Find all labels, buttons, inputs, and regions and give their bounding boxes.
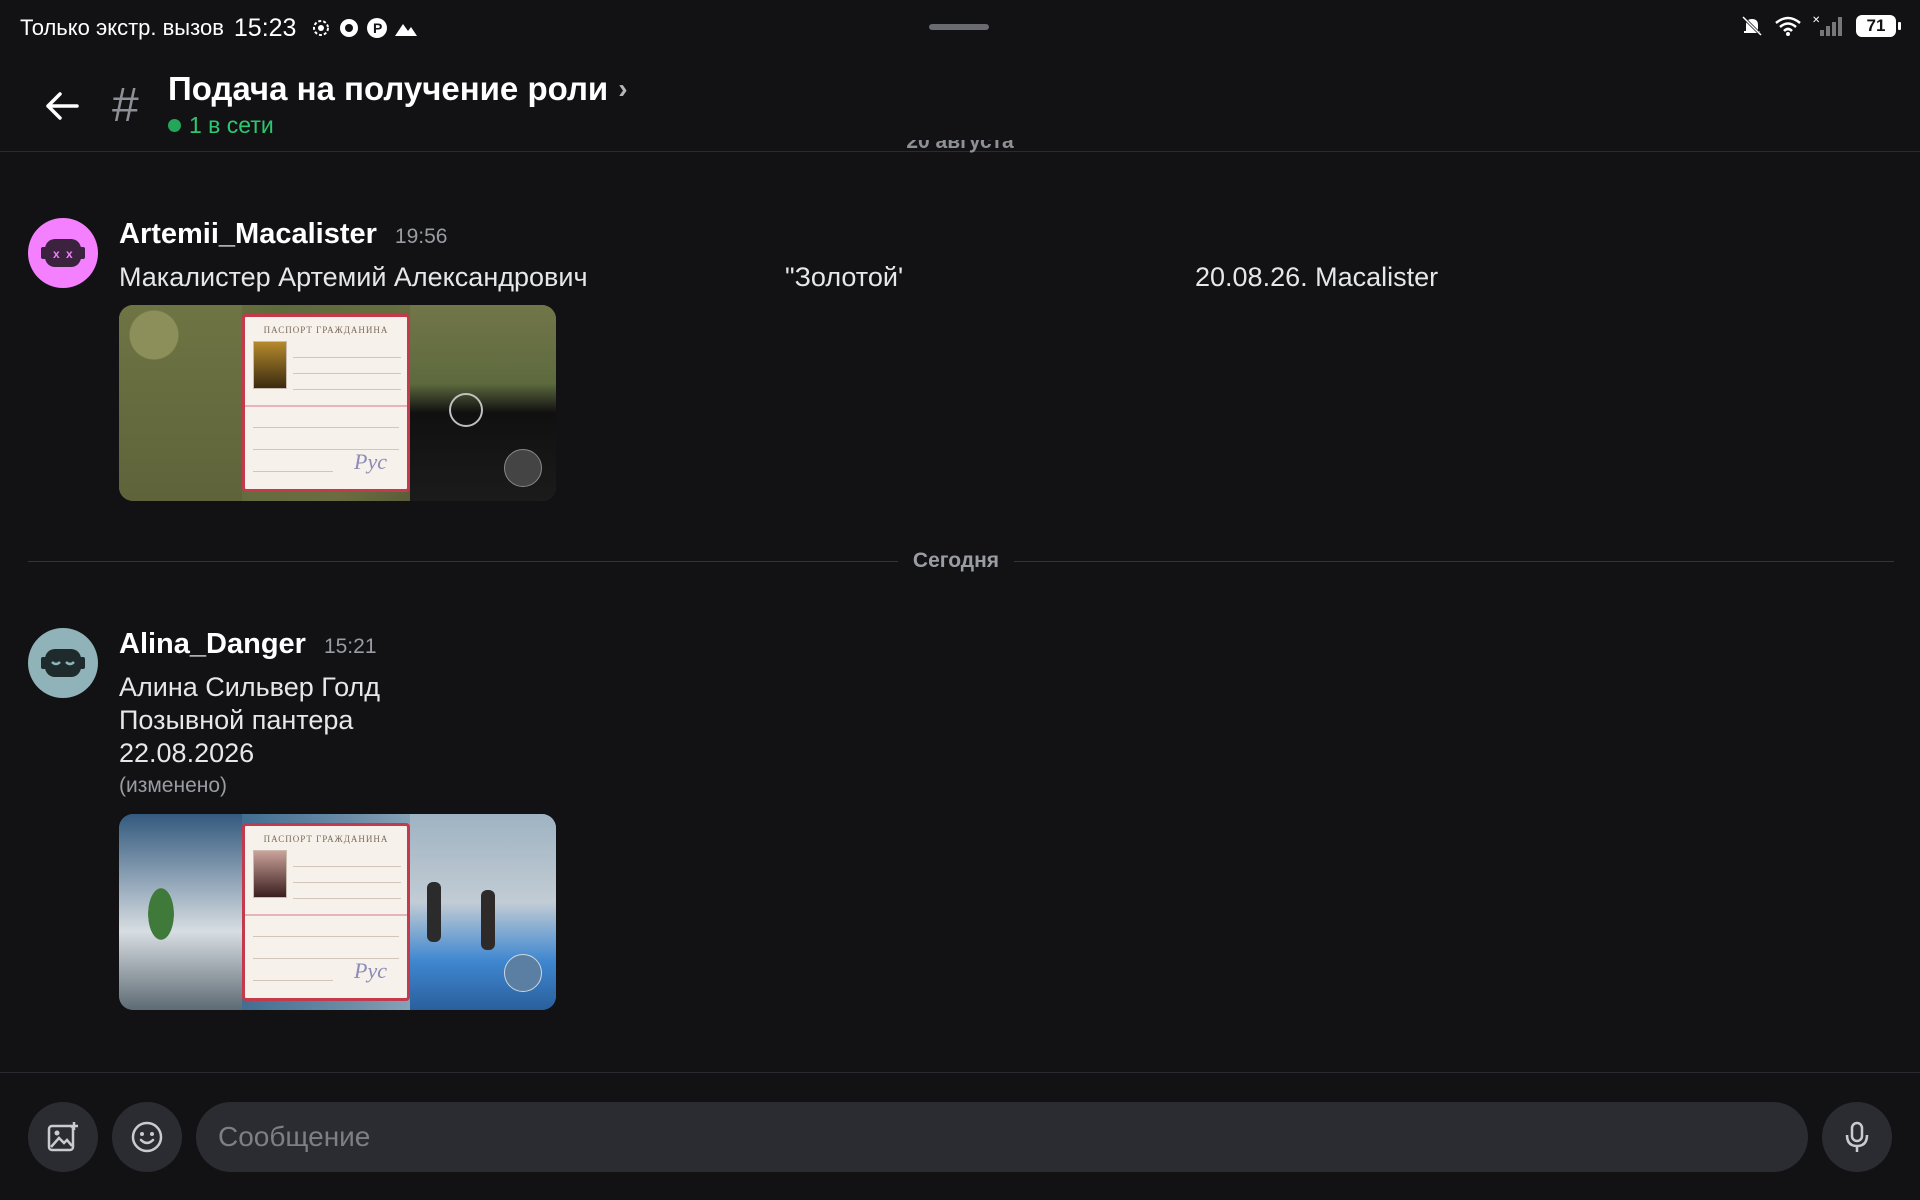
image-add-icon (47, 1122, 78, 1152)
passport-field-line (293, 898, 401, 899)
passport-field-line (293, 389, 401, 390)
status-right: ✕ 71 (1740, 14, 1901, 38)
mountain-icon (395, 24, 418, 36)
passport-field-line (253, 471, 333, 472)
image-attachment[interactable]: ПАСПОРТ ГРАЖДАНИНА Рус (119, 305, 556, 501)
passport-divider (245, 914, 407, 916)
passport-field-line (253, 980, 333, 981)
passport-photo (253, 850, 287, 898)
date-label-today: Сегодня (912, 549, 1000, 572)
composer-divider (0, 1072, 1920, 1073)
voice-message-button[interactable] (1822, 1102, 1892, 1172)
message-header: Artemii_Macalister 19:56 (119, 218, 1619, 251)
message-header: Alina_Danger 15:21 (119, 628, 556, 661)
crosshair-icon (449, 393, 483, 427)
divider-line (28, 561, 898, 562)
passport-divider (245, 405, 407, 407)
date-separator-previous: 20 августа (0, 140, 1920, 160)
message-text: Алина Сильвер Голд Позывной пантера 22.0… (119, 671, 556, 770)
message-item: Alina_Danger 15:21 Алина Сильвер Голд По… (28, 628, 1888, 1028)
passport-photo (253, 341, 287, 389)
chat-bubble-icon (340, 19, 359, 37)
avatar[interactable]: x x (28, 218, 98, 288)
message-text: Макалистер Артемий Александрович "Золото… (119, 255, 1619, 299)
online-count: 1 в сети (189, 112, 274, 138)
passport-card: ПАСПОРТ ГРАЖДАНИНА Рус (242, 823, 410, 1001)
date-separator-today: Сегодня (28, 549, 1894, 572)
online-dot-icon (168, 119, 181, 132)
message-line: Алина Сильвер Голд (119, 672, 380, 702)
passport-signature: Рус (354, 958, 387, 983)
message-text-column: "Золотой' (785, 262, 904, 292)
channel-title[interactable]: Подача на получение роли › (168, 70, 628, 108)
battery-icon: 71 (1856, 15, 1901, 37)
plant-decor (141, 874, 181, 954)
message-body: Artemii_Macalister 19:56 Макалистер Арте… (119, 218, 1619, 501)
attach-image-button[interactable] (28, 1102, 98, 1172)
channel-header: # Подача на получение роли › 1 в сети (0, 56, 1920, 152)
character-figure (427, 882, 441, 942)
message-line: 22.08.2026 (119, 738, 255, 768)
discord-avatar-icon: x x (41, 239, 85, 267)
emoji-button[interactable] (112, 1102, 182, 1172)
passport-card: ПАСПОРТ ГРАЖДАНИНА Рус (242, 314, 410, 492)
svg-text:x: x (66, 247, 73, 261)
carrier-text: Только экстр. вызов (20, 15, 224, 40)
chevron-right-icon: › (618, 73, 628, 104)
svg-text:x: x (53, 247, 60, 261)
message-time: 15:21 (323, 635, 377, 658)
status-left: Только экстр. вызов 15:23 P (20, 14, 418, 43)
battery-level: 71 (1866, 16, 1886, 35)
channel-hash-icon: # (112, 79, 139, 132)
channel-info[interactable]: Подача на получение роли › 1 в сети (168, 70, 628, 139)
arrow-left-icon (46, 92, 79, 120)
divider-line (1014, 561, 1894, 562)
image-attachment[interactable]: ПАСПОРТ ГРАЖДАНИНА Рус (119, 814, 556, 1010)
online-status: 1 в сети (168, 112, 628, 139)
smiley-icon (131, 1121, 163, 1153)
message-item: x x Artemii_Macalister 19:56 Макалистер … (28, 218, 1888, 518)
status-bar: Только экстр. вызов 15:23 P ✕ 71 (0, 0, 1920, 56)
passport-field-line (293, 357, 401, 358)
character-figure (481, 890, 495, 950)
author-name[interactable]: Artemii_Macalister (119, 218, 377, 251)
passport-field-line (293, 882, 401, 883)
pinterest-icon: P (367, 18, 388, 38)
back-button[interactable] (40, 84, 84, 128)
passport-field-line (293, 866, 401, 867)
svg-text:P: P (373, 20, 382, 36)
status-time: 15:23 (233, 13, 297, 42)
message-text-column: 20.08.26. Macalister (1195, 262, 1439, 292)
bell-muted-icon (1741, 15, 1763, 37)
message-body: Alina_Danger 15:21 Алина Сильвер Голд По… (119, 628, 556, 1010)
message-time: 19:56 (394, 225, 448, 248)
passport-signature: Рус (354, 449, 387, 474)
passport-field-line (253, 936, 399, 937)
date-label-previous: 20 августа (906, 140, 1014, 153)
message-composer (0, 1100, 1920, 1174)
wifi-icon (1775, 16, 1801, 36)
passport-title: ПАСПОРТ ГРАЖДАНИНА (263, 325, 389, 335)
microphone-icon (1845, 1121, 1869, 1152)
message-line: Позывной пантера (119, 705, 354, 735)
channel-name: Подача на получение роли (168, 70, 609, 107)
passport-field-line (293, 373, 401, 374)
sprint-icon (504, 449, 542, 487)
drag-handle[interactable] (929, 24, 989, 30)
message-text-column: Макалистер Артемий Александрович (119, 262, 588, 292)
signal-hotspot-icon (313, 20, 330, 36)
sprint-icon (504, 954, 542, 992)
avatar[interactable] (28, 628, 98, 698)
game-minimap (119, 305, 242, 501)
svg-text:✕: ✕ (1812, 15, 1820, 26)
discord-avatar-icon (41, 649, 85, 677)
notification-icons: P (310, 17, 418, 39)
edited-label: (изменено) (119, 774, 228, 797)
author-name[interactable]: Alina_Danger (119, 628, 306, 661)
cellular-signal-icon: ✕ (1812, 15, 1842, 36)
passport-field-line (253, 427, 399, 428)
passport-title: ПАСПОРТ ГРАЖДАНИНА (263, 834, 389, 844)
message-input[interactable] (196, 1102, 1808, 1172)
